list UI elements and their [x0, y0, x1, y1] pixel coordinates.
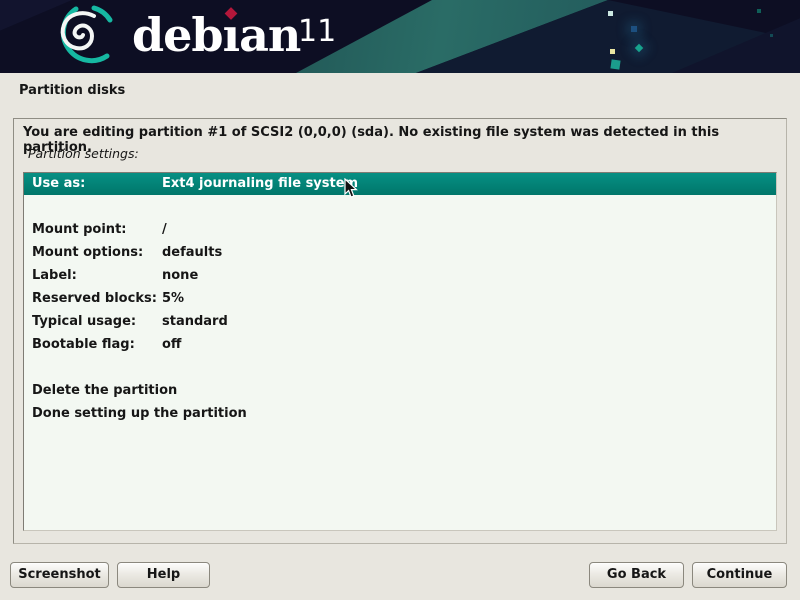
- brand-logotype: debıan: [132, 4, 300, 66]
- debian-logo: [42, 2, 132, 72]
- partition-frame: You are editing partition #1 of SCSI2 (0…: [13, 118, 787, 544]
- setting-label: Mount point:: [32, 218, 126, 241]
- list-spacer: [24, 195, 776, 218]
- setting-value: /: [162, 218, 167, 241]
- setting-value: standard: [162, 310, 228, 333]
- brand-version: 11: [298, 14, 336, 49]
- continue-button[interactable]: Continue: [692, 562, 787, 588]
- mouse-cursor: [344, 178, 358, 199]
- settings-list[interactable]: Use as: Ext4 journaling file system Moun…: [23, 172, 777, 531]
- banner-spark: [770, 34, 773, 37]
- list-item-done-setting-up[interactable]: Done setting up the partition: [24, 402, 776, 425]
- banner-spark: [610, 59, 620, 69]
- setting-value: none: [162, 264, 198, 287]
- partition-settings-label: Partition settings:: [28, 146, 139, 161]
- list-spacer: [24, 356, 776, 379]
- setting-label: Bootable flag:: [32, 333, 135, 356]
- list-item-delete-partition[interactable]: Delete the partition: [24, 379, 776, 402]
- setting-label: Use as:: [32, 173, 85, 195]
- setting-label: Mount options:: [32, 241, 143, 264]
- setting-value: Ext4 journaling file system: [162, 173, 358, 195]
- screenshot-button[interactable]: Screenshot: [10, 562, 109, 588]
- banner-spark: [757, 9, 761, 13]
- page-title: Partition disks: [19, 83, 125, 98]
- list-item-use-as[interactable]: Use as: Ext4 journaling file system: [24, 173, 776, 195]
- list-item-typical-usage[interactable]: Typical usage: standard: [24, 310, 776, 333]
- banner-spark: [610, 49, 615, 54]
- setting-label: Label:: [32, 264, 77, 287]
- list-item-mount-options[interactable]: Mount options: defaults: [24, 241, 776, 264]
- list-item-mount-point[interactable]: Mount point: /: [24, 218, 776, 241]
- brand-text-post: an: [239, 8, 300, 62]
- list-item-bootable-flag[interactable]: Bootable flag: off: [24, 333, 776, 356]
- setting-value: 5%: [162, 287, 184, 310]
- list-item-label[interactable]: Label: none: [24, 264, 776, 287]
- setting-label: Typical usage:: [32, 310, 136, 333]
- brand-letter-i: ı: [223, 4, 239, 66]
- list-item-reserved-blocks[interactable]: Reserved blocks: 5%: [24, 287, 776, 310]
- action-label: Done setting up the partition: [32, 402, 247, 425]
- help-button[interactable]: Help: [117, 562, 210, 588]
- go-back-button[interactable]: Go Back: [589, 562, 684, 588]
- action-label: Delete the partition: [32, 379, 177, 402]
- banner-spark: [608, 11, 613, 16]
- setting-value: off: [162, 333, 181, 356]
- brand-text-pre: deb: [132, 8, 223, 62]
- setting-value: defaults: [162, 241, 222, 264]
- banner-spark: [631, 26, 637, 32]
- header-banner: debıan 11: [0, 0, 800, 73]
- setting-label: Reserved blocks:: [32, 287, 157, 310]
